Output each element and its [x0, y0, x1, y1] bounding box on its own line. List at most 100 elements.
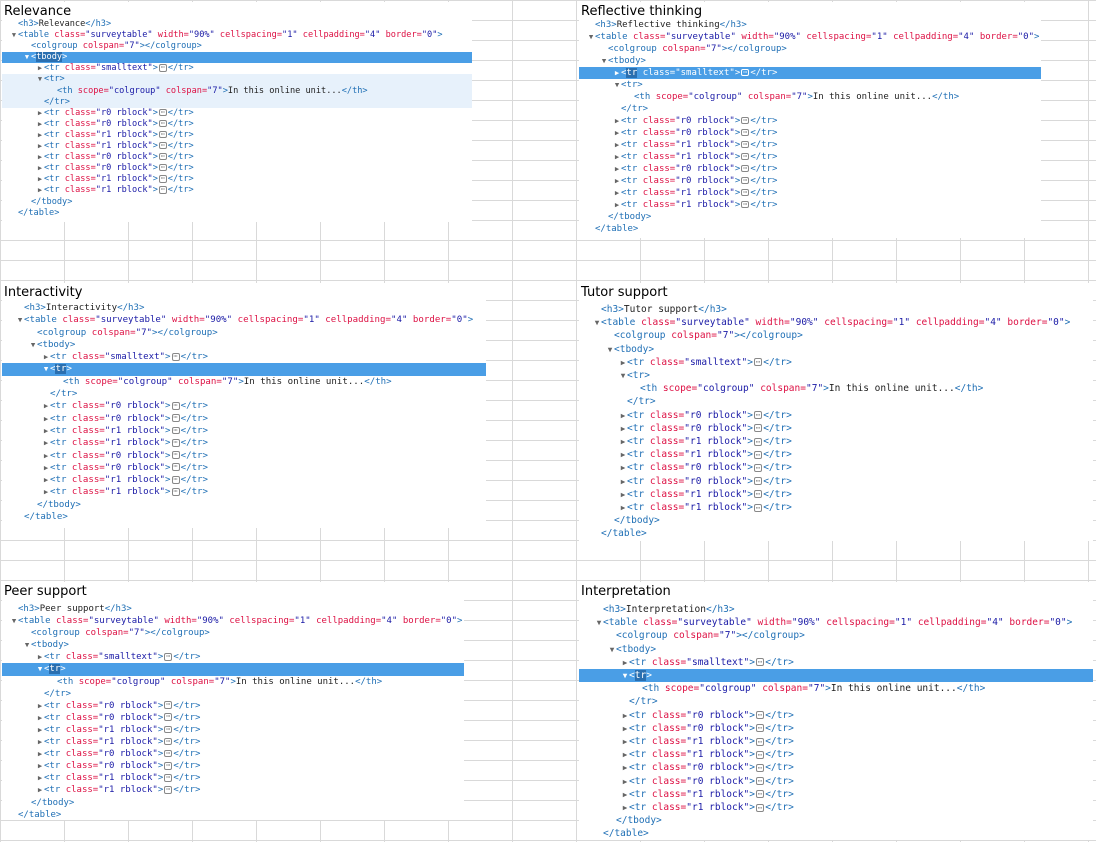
table-close-node[interactable]: </table>: [579, 827, 1093, 840]
tr-rblock-node[interactable]: ▶ <tr class="r1 rblock"> ⋯ </tr>: [579, 788, 1093, 801]
tr-header-node[interactable]: ▼ <tr>: [2, 663, 464, 676]
collapsed-content-ellipsis[interactable]: ⋯: [753, 477, 763, 486]
collapsed-triangle-icon[interactable]: ▶: [613, 115, 621, 127]
collapsed-triangle-icon[interactable]: ▶: [621, 722, 629, 735]
tr-rblock-node[interactable]: ▶ <tr class="r0 rblock"> ⋯ </tr>: [579, 709, 1093, 722]
table-node[interactable]: ▼ <table class="surveytable" width="90%" …: [2, 30, 472, 41]
collapsed-triangle-icon[interactable]: ▶: [36, 119, 44, 130]
collapsed-triangle-icon[interactable]: ▶: [36, 152, 44, 163]
collapsed-content-ellipsis[interactable]: ⋯: [171, 439, 180, 447]
collapsed-triangle-icon[interactable]: ▶: [613, 127, 621, 139]
tr-rblock-node[interactable]: ▶ <tr class="r1 rblock"> ⋯ </tr>: [2, 185, 472, 196]
table-close-node[interactable]: </table>: [579, 223, 1041, 235]
collapsed-content-ellipsis[interactable]: ⋯: [158, 119, 167, 128]
tr-rblock-node[interactable]: ▶ <tr class="r0 rblock"> ⋯ </tr>: [2, 760, 464, 772]
table-node[interactable]: ▼ <table class="surveytable" width="90%" …: [2, 615, 464, 627]
collapsed-content-ellipsis[interactable]: ⋯: [755, 737, 765, 746]
expanded-triangle-icon[interactable]: ▼: [619, 369, 627, 382]
collapsed-triangle-icon[interactable]: ▶: [42, 437, 50, 449]
collapsed-content-ellipsis[interactable]: ⋯: [164, 737, 173, 746]
collapsed-triangle-icon[interactable]: ▶: [621, 709, 629, 722]
tr-rblock-node[interactable]: ▶ <tr class="r0 rblock"> ⋯ </tr>: [2, 400, 486, 412]
collapsed-triangle-icon[interactable]: ▶: [36, 712, 44, 724]
collapsed-triangle-icon[interactable]: ▶: [36, 651, 44, 663]
collapsed-triangle-icon[interactable]: ▶: [613, 67, 621, 79]
tbody-close-node[interactable]: </tbody>: [2, 197, 472, 208]
collapsed-content-ellipsis[interactable]: ⋯: [171, 488, 180, 496]
collapsed-triangle-icon[interactable]: ▶: [42, 486, 50, 498]
expanded-triangle-icon[interactable]: ▼: [613, 79, 621, 91]
tr-rblock-node[interactable]: ▶ <tr class="r1 rblock"> ⋯ </tr>: [2, 474, 486, 486]
tr-rblock-node[interactable]: ▶ <tr class="r1 rblock"> ⋯ </tr>: [579, 139, 1041, 151]
tr-rblock-node[interactable]: ▶ <tr class="r1 rblock"> ⋯ </tr>: [2, 130, 472, 141]
th-node[interactable]: <th scope="colgroup" colspan="7">In this…: [2, 676, 464, 688]
table-node[interactable]: ▼ <table class="surveytable" width="90%" …: [579, 616, 1093, 629]
collapsed-content-ellipsis[interactable]: ⋯: [164, 701, 173, 710]
collapsed-triangle-icon[interactable]: ▶: [42, 474, 50, 486]
tbody-node[interactable]: ▼ <tbody>: [579, 55, 1041, 67]
colgroup-node[interactable]: <colgroup colspan="7"></colgroup>: [579, 43, 1041, 55]
collapsed-content-ellipsis[interactable]: ⋯: [741, 200, 750, 209]
tr-rblock-node[interactable]: ▶ <tr class="r1 rblock"> ⋯ </tr>: [579, 435, 1093, 448]
tr-close-node[interactable]: </tr>: [579, 695, 1093, 708]
collapsed-triangle-icon[interactable]: ▶: [619, 422, 627, 435]
th-node[interactable]: <th scope="colgroup" colspan="7">In this…: [2, 376, 486, 388]
collapsed-content-ellipsis[interactable]: ⋯: [171, 463, 180, 472]
collapsed-triangle-icon[interactable]: ▶: [613, 139, 621, 151]
tr-close-node[interactable]: </tr>: [2, 388, 486, 400]
tr-close-node[interactable]: </tr>: [579, 103, 1041, 115]
collapsed-triangle-icon[interactable]: ▶: [621, 748, 629, 761]
expanded-triangle-icon[interactable]: ▼: [606, 343, 614, 356]
collapsed-content-ellipsis[interactable]: ⋯: [753, 503, 763, 512]
tr-rblock-node[interactable]: ▶ <tr class="r1 rblock"> ⋯ </tr>: [579, 187, 1041, 199]
collapsed-content-ellipsis[interactable]: ⋯: [755, 724, 765, 733]
tr-rblock-node[interactable]: ▶ <tr class="r0 rblock"> ⋯ </tr>: [579, 722, 1093, 735]
collapsed-content-ellipsis[interactable]: ⋯: [755, 751, 765, 759]
tr-rblock-node[interactable]: ▶ <tr class="r0 rblock"> ⋯ </tr>: [579, 475, 1093, 488]
collapsed-triangle-icon[interactable]: ▶: [36, 163, 44, 174]
collapsed-content-ellipsis[interactable]: ⋯: [741, 116, 750, 125]
tr-rblock-node[interactable]: ▶ <tr class="r1 rblock"> ⋯ </tr>: [2, 141, 472, 152]
tr-rblock-node[interactable]: ▶ <tr class="r0 rblock"> ⋯ </tr>: [2, 748, 464, 760]
tr-rblock-node[interactable]: ▶ <tr class="r1 rblock"> ⋯ </tr>: [2, 174, 472, 185]
tr-rblock-node[interactable]: ▶ <tr class="r0 rblock"> ⋯ </tr>: [579, 461, 1093, 474]
collapsed-content-ellipsis[interactable]: ⋯: [741, 176, 750, 185]
collapsed-content-ellipsis[interactable]: ⋯: [753, 490, 763, 499]
collapsed-content-ellipsis[interactable]: ⋯: [164, 713, 173, 722]
collapsed-triangle-icon[interactable]: ▶: [621, 656, 629, 669]
table-close-node[interactable]: </table>: [2, 511, 486, 523]
expanded-triangle-icon[interactable]: ▼: [10, 30, 18, 41]
tr-header-node[interactable]: ▼ <tr>: [2, 74, 472, 86]
expanded-triangle-icon[interactable]: ▼: [608, 643, 616, 656]
collapsed-triangle-icon[interactable]: ▶: [619, 488, 627, 501]
tr-rblock-node[interactable]: ▶ <tr class="r1 rblock"> ⋯ </tr>: [2, 724, 464, 736]
tr-smalltext-node[interactable]: ▶ <tr class="smalltext"> ⋯ </tr>: [2, 651, 464, 663]
collapsed-content-ellipsis[interactable]: ⋯: [755, 764, 765, 772]
th-node[interactable]: <th scope="colgroup" colspan="7">In this…: [579, 91, 1041, 103]
collapsed-content-ellipsis[interactable]: ⋯: [753, 464, 763, 472]
collapsed-content-ellipsis[interactable]: ⋯: [164, 774, 173, 782]
collapsed-content-ellipsis[interactable]: ⋯: [753, 411, 763, 420]
collapsed-content-ellipsis[interactable]: ⋯: [158, 175, 167, 183]
collapsed-triangle-icon[interactable]: ▶: [42, 351, 50, 363]
expanded-triangle-icon[interactable]: ▼: [36, 663, 44, 675]
collapsed-triangle-icon[interactable]: ▶: [613, 187, 621, 199]
h3-node[interactable]: <h3>Peer support</h3>: [2, 603, 464, 615]
tr-rblock-node[interactable]: ▶ <tr class="r0 rblock"> ⋯ </tr>: [579, 163, 1041, 175]
colgroup-node[interactable]: <colgroup colspan="7"></colgroup>: [2, 41, 472, 52]
collapsed-triangle-icon[interactable]: ▶: [619, 475, 627, 488]
collapsed-triangle-icon[interactable]: ▶: [621, 801, 629, 814]
collapsed-triangle-icon[interactable]: ▶: [42, 450, 50, 462]
collapsed-triangle-icon[interactable]: ▶: [36, 772, 44, 784]
expanded-triangle-icon[interactable]: ▼: [595, 616, 603, 629]
th-node[interactable]: <th scope="colgroup" colspan="7">In this…: [579, 682, 1093, 695]
expanded-triangle-icon[interactable]: ▼: [600, 55, 608, 67]
tr-rblock-node[interactable]: ▶ <tr class="r0 rblock"> ⋯ </tr>: [579, 761, 1093, 774]
collapsed-triangle-icon[interactable]: ▶: [36, 748, 44, 760]
colgroup-node[interactable]: <colgroup colspan="7"></colgroup>: [2, 327, 486, 339]
collapsed-content-ellipsis[interactable]: ⋯: [171, 426, 180, 435]
tr-rblock-node[interactable]: ▶ <tr class="r0 rblock"> ⋯ </tr>: [579, 409, 1093, 422]
collapsed-content-ellipsis[interactable]: ⋯: [171, 414, 180, 423]
th-node[interactable]: <th scope="colgroup" colspan="7">In this…: [2, 85, 472, 97]
table-node[interactable]: ▼ <table class="surveytable" width="90%" …: [579, 31, 1041, 43]
